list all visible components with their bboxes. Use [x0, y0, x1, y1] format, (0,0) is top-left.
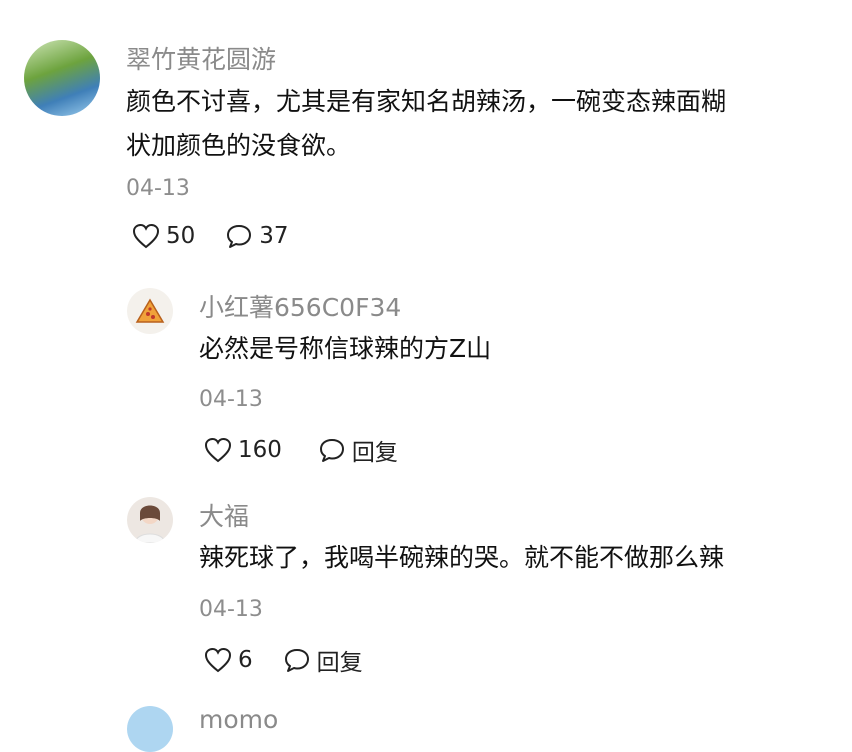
avatar[interactable] [127, 497, 173, 543]
reply-count: 37 [259, 223, 289, 249]
comment-date: 04-13 [126, 176, 190, 201]
avatar[interactable] [127, 706, 173, 752]
comment-bubble-icon [227, 225, 252, 248]
reply-button[interactable]: 37 [225, 223, 289, 249]
comment-actions: 50 37 [132, 223, 289, 249]
avatar[interactable] [24, 40, 100, 116]
reply-date: 04-13 [199, 597, 263, 622]
comment-text-line1: 颜色不讨喜，尤其是有家知名胡辣汤，一碗变态辣面糊 [126, 87, 727, 116]
comment-bubble-icon [284, 649, 309, 672]
like-button[interactable]: 50 [132, 223, 195, 249]
avatar[interactable] [127, 288, 173, 334]
reply-actions: 6 回复 [204, 643, 363, 677]
pizza-icon [135, 298, 165, 323]
reply-username[interactable]: momo [199, 705, 278, 734]
like-count: 6 [238, 647, 253, 673]
reply-button[interactable]: 回复 [283, 643, 363, 677]
reply-text: 必然是号称信球辣的方Z山 [199, 334, 492, 363]
person-portrait [134, 505, 166, 543]
like-button[interactable]: 160 [204, 437, 282, 463]
comment-bubble-icon [319, 439, 344, 462]
like-button[interactable]: 6 [204, 647, 253, 673]
reply-text: 辣死球了，我喝半碗辣的哭。就不能不做那么辣 [199, 543, 725, 572]
reply-actions: 160 回复 [204, 433, 398, 467]
reply-date: 04-13 [199, 387, 263, 412]
like-count: 50 [166, 223, 196, 249]
heart-icon [204, 647, 232, 673]
heart-icon [132, 223, 160, 249]
comment-text-line2: 状加颜色的没食欲。 [126, 131, 352, 160]
reply-label: 回复 [316, 650, 363, 676]
reply-username[interactable]: 小红薯656C0F34 [199, 288, 401, 324]
reply-label: 回复 [351, 440, 398, 466]
reply-username[interactable]: 大福 [199, 497, 249, 533]
comment-username[interactable]: 翠竹黄花圆游 [126, 40, 276, 76]
reply-button[interactable]: 回复 [318, 433, 398, 467]
heart-icon [204, 437, 232, 463]
like-count: 160 [238, 437, 282, 463]
